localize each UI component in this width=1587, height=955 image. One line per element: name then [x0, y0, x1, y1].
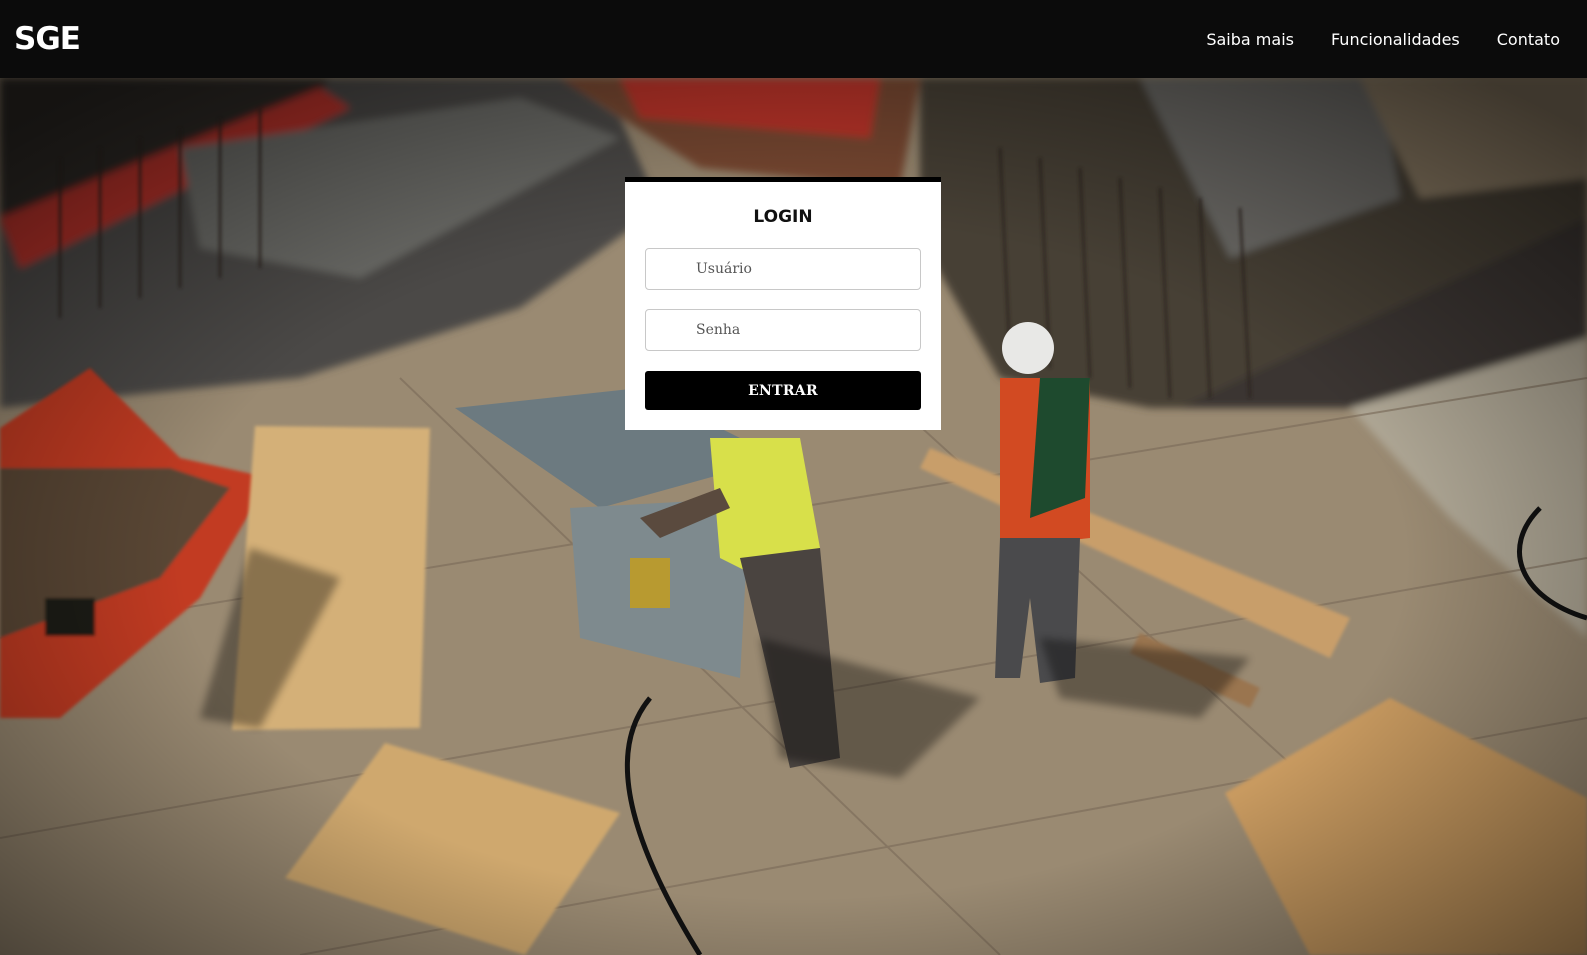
nav-menu: Saiba mais Funcionalidades Contato [1206, 30, 1560, 49]
top-navbar: SGE Saiba mais Funcionalidades Contato [0, 0, 1587, 78]
nav-link-funcionalidades[interactable]: Funcionalidades [1331, 30, 1460, 49]
nav-link-contato[interactable]: Contato [1497, 30, 1560, 49]
login-form: LOGIN ENTRAR [625, 177, 941, 430]
username-input[interactable] [645, 248, 921, 290]
login-title: LOGIN [753, 207, 813, 227]
nav-link-saiba-mais[interactable]: Saiba mais [1206, 30, 1294, 49]
brand-logo[interactable]: SGE [14, 21, 81, 57]
password-input[interactable] [645, 309, 921, 351]
enter-button[interactable]: ENTRAR [645, 371, 921, 410]
